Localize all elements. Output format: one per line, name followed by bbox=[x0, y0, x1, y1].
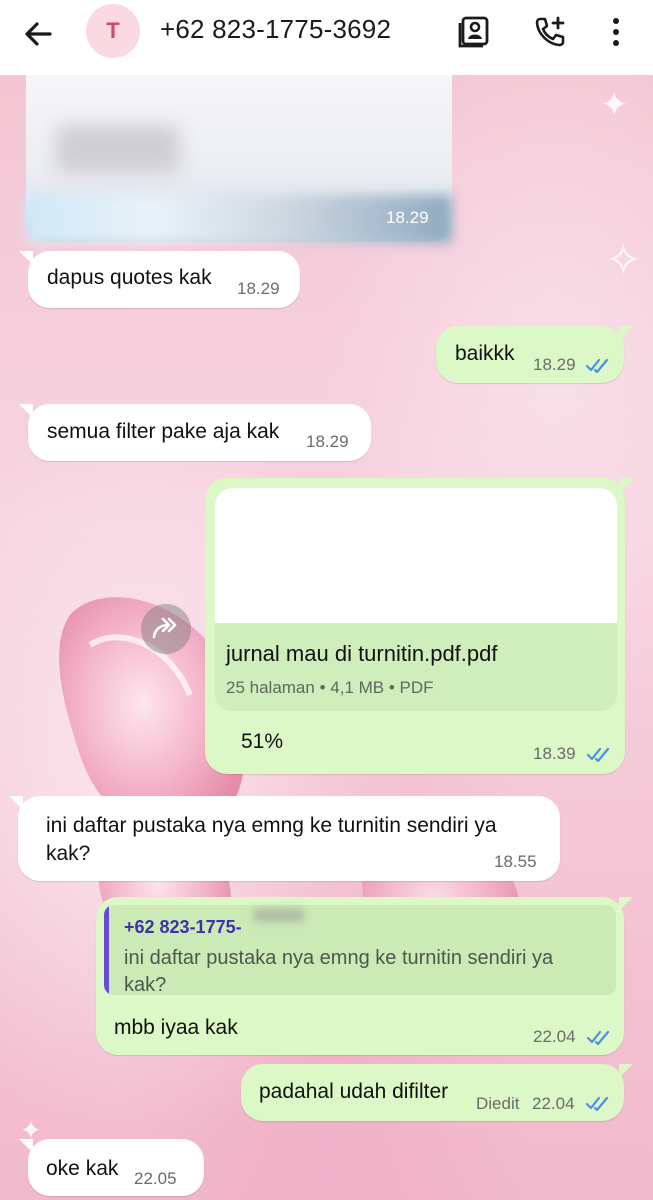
sparkle-icon: ✧ bbox=[605, 236, 642, 285]
document-file-name: jurnal mau di turnitin.pdf.pdf bbox=[226, 641, 498, 666]
document-meta: 25 halaman • 4,1 MB • PDF bbox=[226, 678, 434, 697]
contact-card-icon[interactable] bbox=[454, 12, 494, 52]
read-ticks-icon bbox=[586, 1096, 609, 1111]
quoted-text-line: ini daftar pustaka nya emng ke turnitin … bbox=[124, 947, 554, 969]
blurred-image-content bbox=[56, 125, 180, 173]
incoming-message[interactable]: ini daftar pustaka nya emng ke turnitin … bbox=[9, 796, 560, 881]
document-preview[interactable] bbox=[215, 488, 617, 623]
quote-bar bbox=[104, 905, 109, 995]
add-call-icon[interactable] bbox=[530, 12, 570, 52]
message-text: dapus quotes kak bbox=[47, 266, 212, 289]
incoming-message[interactable]: semua filter pake aja kak 18.29 bbox=[19, 404, 371, 461]
outgoing-message[interactable]: padahal udah difilter Diedit 22.04 bbox=[241, 1064, 633, 1121]
incoming-message[interactable]: oke kak 22.05 bbox=[19, 1139, 204, 1196]
read-ticks-icon bbox=[587, 747, 610, 762]
incoming-message[interactable]: dapus quotes kak 18.29 bbox=[19, 251, 300, 308]
reply-message[interactable]: +62 823-1775- ini daftar pustaka nya emn… bbox=[96, 897, 633, 1055]
back-arrow-icon[interactable] bbox=[18, 14, 58, 54]
message-time: 22.04 bbox=[533, 1027, 576, 1046]
more-vert-icon[interactable] bbox=[596, 12, 636, 52]
quoted-author: +62 823-1775- bbox=[124, 917, 242, 937]
message-time: 18.29 bbox=[533, 355, 576, 374]
message-text: semua filter pake aja kak bbox=[47, 420, 280, 443]
message-text: oke kak bbox=[46, 1157, 119, 1180]
document-pages: 25 halaman bbox=[226, 678, 315, 697]
message-text-line: ini daftar pustaka nya emng ke turnitin … bbox=[46, 814, 497, 837]
document-info[interactable]: jurnal mau di turnitin.pdf.pdf 25 halama… bbox=[215, 623, 617, 711]
message-text: mbb iyaa kak bbox=[114, 1016, 238, 1039]
message-text: baikkk bbox=[455, 342, 515, 365]
document-message[interactable]: jurnal mau di turnitin.pdf.pdf 25 halama… bbox=[205, 478, 634, 774]
sparkle-icon: ✦ bbox=[600, 86, 629, 124]
forward-button[interactable] bbox=[141, 604, 191, 654]
edited-label: Diedit bbox=[476, 1094, 520, 1113]
message-text: 51% bbox=[241, 730, 284, 753]
message-time: 22.05 bbox=[134, 1169, 177, 1188]
message-time: 18.29 bbox=[306, 432, 349, 451]
message-text-line: kak? bbox=[46, 842, 91, 865]
contact-name[interactable]: +62 823-1775-3692 bbox=[160, 14, 391, 45]
message-time: 18.29 bbox=[386, 208, 429, 227]
avatar[interactable]: T bbox=[86, 4, 140, 58]
quoted-message[interactable]: +62 823-1775- ini daftar pustaka nya emn… bbox=[104, 905, 616, 995]
message-text: padahal udah difilter bbox=[259, 1080, 449, 1103]
message-time: 18.55 bbox=[494, 852, 537, 871]
message-time: 18.39 bbox=[533, 744, 576, 763]
outgoing-message[interactable]: baikkk 18.29 bbox=[436, 326, 633, 383]
redaction-smudge bbox=[254, 908, 304, 922]
message-time: 18.29 bbox=[237, 279, 280, 298]
document-type: PDF bbox=[399, 678, 434, 697]
forward-icon bbox=[152, 617, 177, 639]
read-ticks-icon bbox=[586, 358, 609, 373]
message-time: 22.04 bbox=[532, 1094, 575, 1113]
quoted-text-line: kak? bbox=[124, 974, 167, 995]
avatar-letter: T bbox=[106, 18, 120, 43]
chat-header: T +62 823-1775-3692 bbox=[0, 0, 653, 75]
read-ticks-icon bbox=[587, 1030, 610, 1045]
document-size: 4,1 MB bbox=[330, 678, 385, 697]
